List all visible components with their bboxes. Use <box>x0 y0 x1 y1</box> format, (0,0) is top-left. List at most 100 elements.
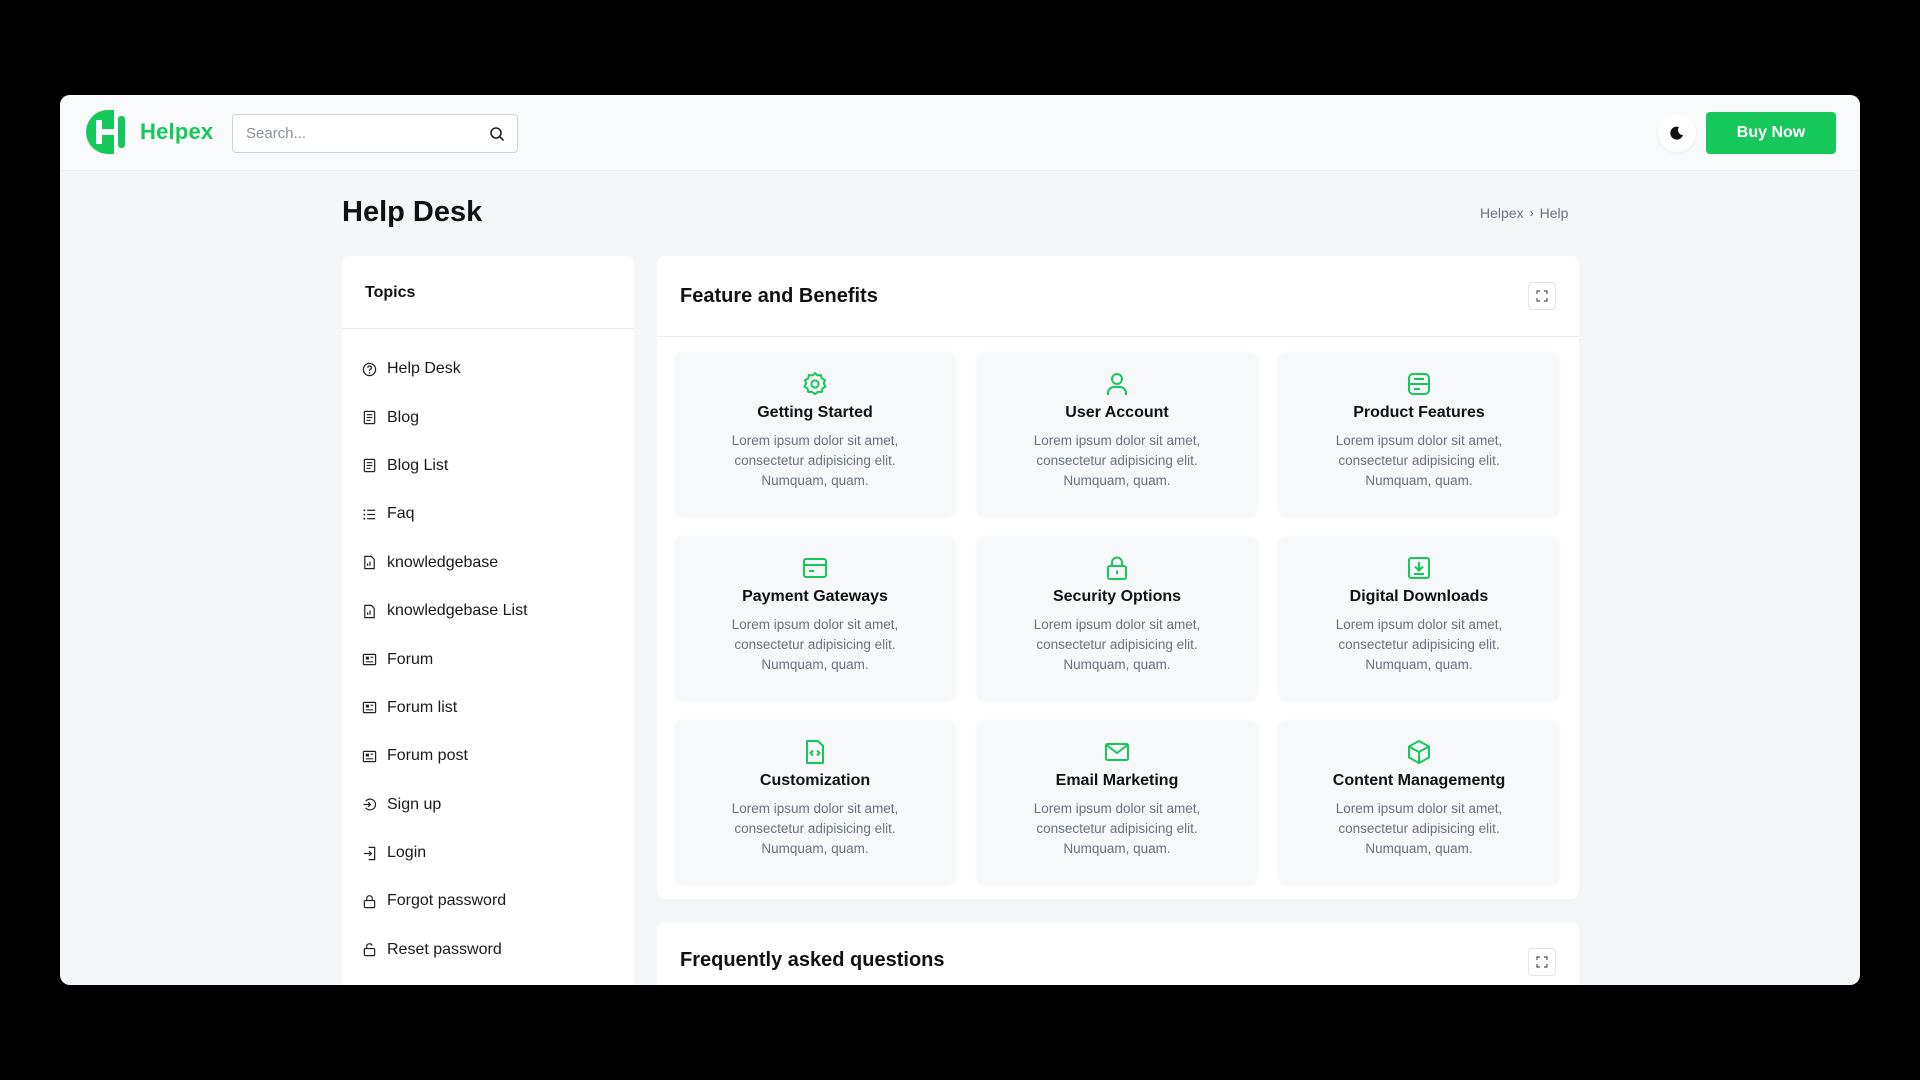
card-description: Lorem ipsum dolor sit amet, consectetur … <box>731 801 899 856</box>
topics-sidebar: Topics Help Desk Blog Blog List Faq know… <box>342 256 634 985</box>
mail-icon <box>1105 743 1129 761</box>
sidebar-item-label: Help Desk <box>387 360 461 378</box>
breadcrumb-item-home[interactable]: Helpex <box>1480 205 1524 221</box>
card-description: Lorem ipsum dolor sit amet, consectetur … <box>1033 617 1201 672</box>
sidebar-item-label: Forum <box>387 650 434 668</box>
card-description: Lorem ipsum dolor sit amet, consectetur … <box>1033 433 1201 488</box>
card-title: Digital Downloads <box>1349 588 1489 605</box>
breadcrumb: Helpex › Help <box>1480 205 1568 221</box>
list-icon <box>363 509 376 520</box>
features-panel: Feature and Benefits Getting Started Lor… <box>657 256 1579 899</box>
feature-cards-grid: Getting Started Lorem ipsum dolor sit am… <box>675 352 1559 884</box>
search-input[interactable] <box>233 115 473 152</box>
search-icon[interactable] <box>489 126 505 142</box>
card-title: Content Managementg <box>1332 772 1506 789</box>
feature-card-getting-started[interactable]: Getting Started Lorem ipsum dolor sit am… <box>675 352 955 516</box>
feature-card-customization[interactable]: Customization Lorem ipsum dolor sit amet… <box>675 720 955 884</box>
sidebar-item-blog-list[interactable]: Blog List <box>342 442 634 490</box>
layout-icon <box>1408 373 1430 395</box>
sign-in-icon <box>363 798 377 811</box>
sidebar-item-forum-post[interactable]: Forum post <box>342 732 634 780</box>
sidebar-item-forgot-password[interactable]: Forgot password <box>342 877 634 925</box>
fullscreen-icon <box>1536 290 1548 302</box>
features-title: Feature and Benefits <box>680 285 878 307</box>
card-title: Getting Started <box>757 404 873 421</box>
lock-icon <box>1107 556 1127 580</box>
card-description: Lorem ipsum dolor sit amet, consectetur … <box>1033 801 1201 856</box>
topics-list: Help Desk Blog Blog List Faq knowledgeba… <box>342 329 634 974</box>
card-title: Product Features <box>1353 404 1485 421</box>
sidebar-item-label: Login <box>387 844 427 862</box>
sidebar-item-knowledgebase[interactable]: knowledgebase <box>342 539 634 587</box>
lock-icon <box>363 895 376 909</box>
sidebar-item-login[interactable]: Login <box>342 829 634 877</box>
top-header: Helpex Buy Now <box>60 95 1860 171</box>
expand-button[interactable] <box>1528 282 1556 310</box>
card-title: Payment Gateways <box>742 588 888 605</box>
app-window: Helpex Buy Now Help Desk Helpex › Help T… <box>60 95 1860 985</box>
sidebar-item-label: Forgot password <box>387 892 507 910</box>
file-code-icon <box>806 740 824 764</box>
download-icon <box>1408 557 1430 579</box>
sidebar-item-label: Blog List <box>387 456 449 474</box>
help-circle-icon <box>362 362 377 376</box>
cube-icon <box>1408 740 1430 764</box>
sidebar-item-label: Blog <box>387 408 420 426</box>
sidebar-title: Topics <box>342 256 634 329</box>
user-icon <box>1107 373 1127 395</box>
login-icon <box>363 846 376 860</box>
file-chart-icon <box>364 604 375 618</box>
credit-card-icon <box>803 558 827 578</box>
helpex-logo-icon <box>86 110 125 154</box>
theme-toggle-button[interactable] <box>1658 114 1696 152</box>
chevron-right-icon: › <box>1529 206 1534 220</box>
sidebar-item-forum[interactable]: Forum <box>342 635 634 683</box>
features-panel-header: Feature and Benefits <box>657 256 1579 337</box>
card-description: Lorem ipsum dolor sit amet, consectetur … <box>1335 801 1503 856</box>
logo[interactable]: Helpex <box>84 108 213 156</box>
lock-open-icon <box>363 943 376 957</box>
sidebar-item-reset-password[interactable]: Reset password <box>342 926 634 974</box>
sidebar-item-label: knowledgebase <box>387 553 499 571</box>
feature-card-user-account[interactable]: User Account Lorem ipsum dolor sit amet,… <box>977 352 1257 516</box>
sidebar-item-sign-up[interactable]: Sign up <box>342 781 634 829</box>
newspaper-icon <box>362 653 377 666</box>
card-description: Lorem ipsum dolor sit amet, consectetur … <box>1335 617 1503 672</box>
file-chart-icon <box>364 556 375 570</box>
faq-expand-button[interactable] <box>1528 948 1556 976</box>
newspaper-icon <box>362 702 377 714</box>
newspaper-icon <box>362 750 377 763</box>
sidebar-item-label: Forum list <box>387 698 458 716</box>
settings-icon <box>803 372 827 395</box>
sidebar-item-faq[interactable]: Faq <box>342 490 634 538</box>
sidebar-item-label: Faq <box>387 505 415 523</box>
moon-icon <box>1670 126 1683 140</box>
sidebar-item-label: Sign up <box>387 795 442 813</box>
feature-card-digital-downloads[interactable]: Digital Downloads Lorem ipsum dolor sit … <box>1279 536 1559 700</box>
feature-card-email-marketing[interactable]: Email Marketing Lorem ipsum dolor sit am… <box>977 720 1257 884</box>
card-description: Lorem ipsum dolor sit amet, consectetur … <box>731 433 899 488</box>
card-title: Customization <box>759 772 871 789</box>
faq-title: Frequently asked questions <box>680 949 945 971</box>
sidebar-item-forum-list[interactable]: Forum list <box>342 684 634 732</box>
document-icon <box>363 410 376 425</box>
card-description: Lorem ipsum dolor sit amet, consectetur … <box>1335 433 1503 488</box>
breadcrumb-item-current: Help <box>1539 205 1569 221</box>
sidebar-item-knowledgebase-list[interactable]: knowledgebase List <box>342 587 634 635</box>
feature-card-content-management[interactable]: Content Managementg Lorem ipsum dolor si… <box>1279 720 1559 884</box>
card-title: User Account <box>1065 404 1169 421</box>
feature-card-security-options[interactable]: Security Options Lorem ipsum dolor sit a… <box>977 536 1257 700</box>
faq-panel: Frequently asked questions <box>657 922 1579 985</box>
sidebar-item-help-desk[interactable]: Help Desk <box>342 345 634 393</box>
sidebar-item-label: Reset password <box>387 940 502 958</box>
sidebar-item-blog[interactable]: Blog <box>342 393 634 441</box>
buy-now-button[interactable]: Buy Now <box>1706 112 1836 154</box>
search-box <box>232 114 518 153</box>
page-title: Help Desk <box>342 196 483 228</box>
feature-card-payment-gateways[interactable]: Payment Gateways Lorem ipsum dolor sit a… <box>675 536 955 700</box>
feature-card-product-features[interactable]: Product Features Lorem ipsum dolor sit a… <box>1279 352 1559 516</box>
document-icon <box>363 459 376 473</box>
brand-name: Helpex <box>140 119 214 144</box>
card-description: Lorem ipsum dolor sit amet, consectetur … <box>731 617 899 672</box>
card-title: Security Options <box>1052 588 1182 605</box>
